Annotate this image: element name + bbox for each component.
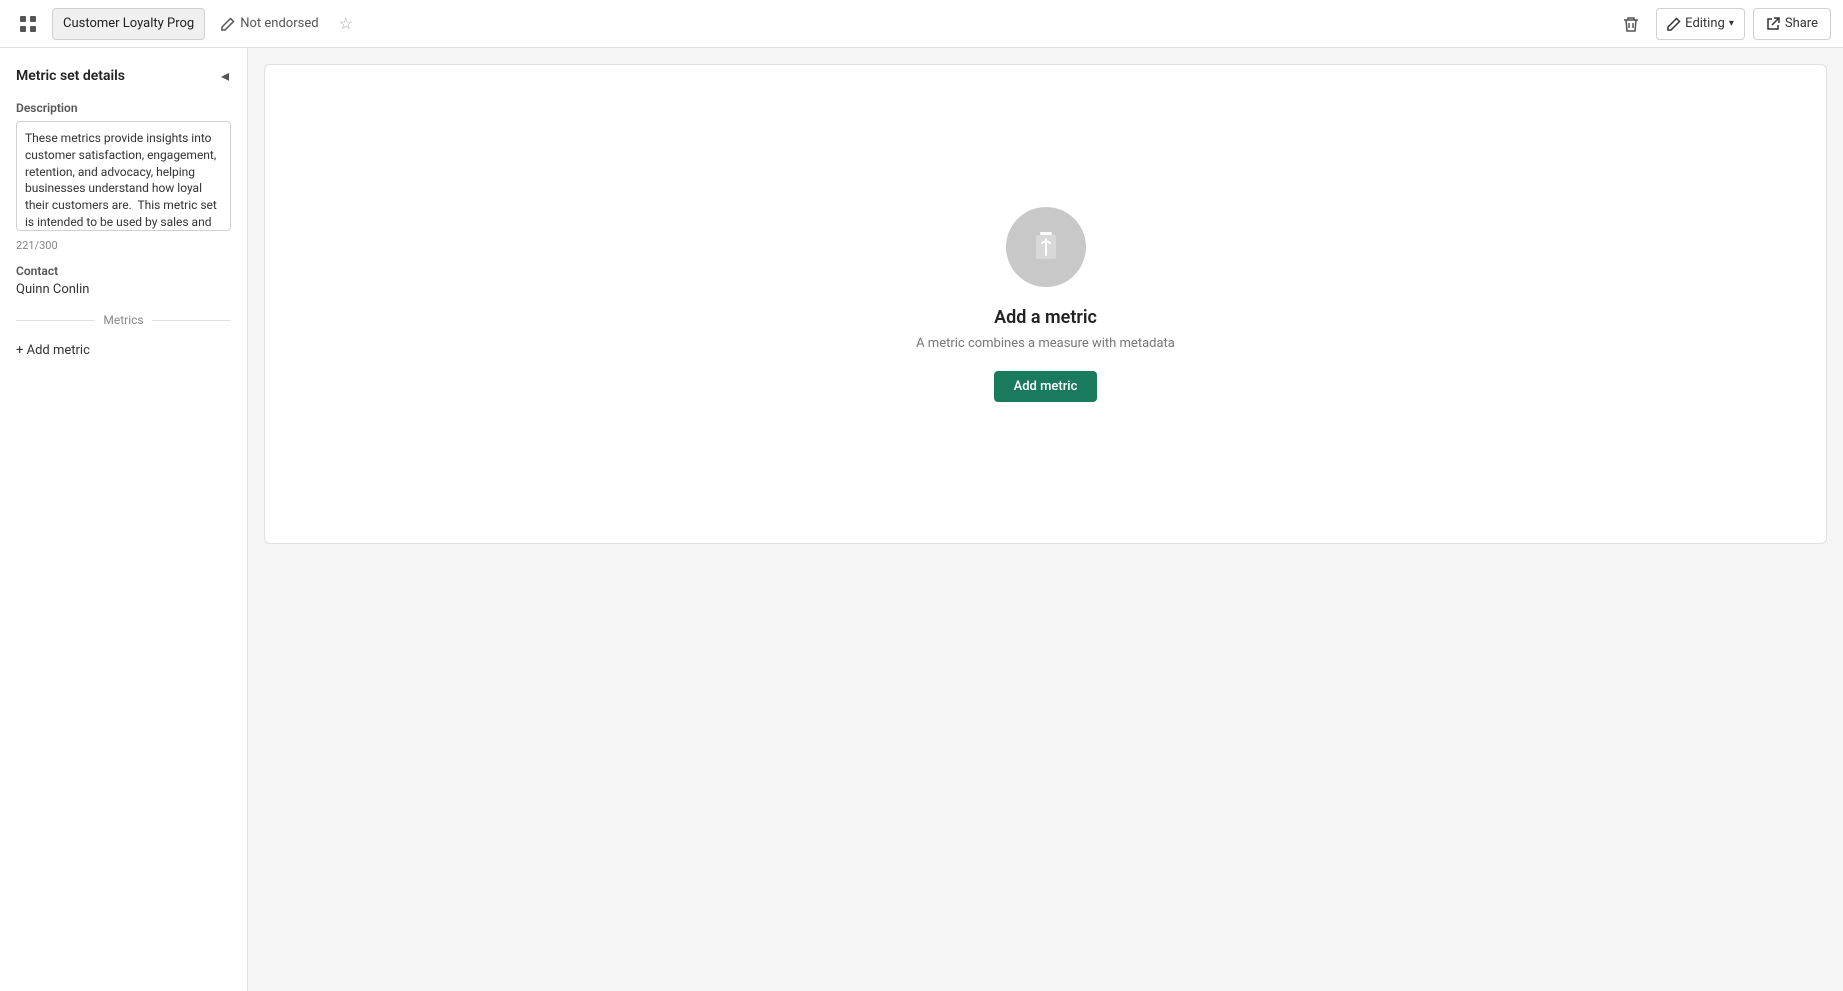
contact-value: Quinn Conlin (16, 282, 231, 297)
star-icon: ☆ (339, 14, 353, 33)
char-count: 221/300 (16, 239, 231, 252)
share-button[interactable]: Share (1753, 8, 1831, 40)
grid-menu-button[interactable] (12, 8, 44, 40)
add-metric-link-button[interactable]: + Add metric (16, 339, 90, 362)
top-header: Customer Loyalty Prog Not endorsed ☆ (0, 0, 1843, 48)
content-area: Add a metric A metric combines a measure… (248, 48, 1843, 991)
metric-placeholder-icon (1006, 207, 1086, 287)
not-endorsed-button[interactable]: Not endorsed (213, 12, 326, 35)
sidebar-header: Metric set details ◂ (16, 64, 231, 87)
main-layout: Metric set details ◂ Description 221/300… (0, 48, 1843, 991)
collapse-icon: ◂ (221, 66, 229, 85)
empty-state-subtitle: A metric combines a measure with metadat… (916, 336, 1175, 351)
metrics-divider: Metrics (16, 313, 231, 327)
sidebar-title: Metric set details (16, 68, 125, 84)
add-metric-button[interactable]: Add metric (994, 371, 1098, 402)
metrics-section-label: Metrics (95, 313, 151, 327)
not-endorsed-label: Not endorsed (240, 16, 318, 31)
empty-state-title: Add a metric (994, 307, 1097, 328)
delete-button[interactable] (1614, 11, 1648, 37)
star-button[interactable]: ☆ (335, 10, 357, 37)
collapse-sidebar-button[interactable]: ◂ (219, 64, 231, 87)
chevron-down-icon: ▾ (1729, 18, 1734, 29)
breadcrumb-tab[interactable]: Customer Loyalty Prog (52, 8, 205, 40)
header-left: Customer Loyalty Prog Not endorsed ☆ (12, 8, 1614, 40)
header-right: Editing ▾ Share (1614, 8, 1831, 40)
sidebar: Metric set details ◂ Description 221/300… (0, 48, 248, 991)
editing-label: Editing (1685, 16, 1725, 31)
empty-metric-card: Add a metric A metric combines a measure… (264, 64, 1827, 544)
description-label: Description (16, 101, 231, 115)
editing-button[interactable]: Editing ▾ (1656, 8, 1745, 40)
description-textarea[interactable] (16, 121, 231, 231)
contact-label: Contact (16, 264, 231, 278)
breadcrumb-label: Customer Loyalty Prog (63, 16, 194, 31)
add-metric-link-label: + Add metric (16, 343, 90, 358)
share-label: Share (1785, 16, 1818, 31)
